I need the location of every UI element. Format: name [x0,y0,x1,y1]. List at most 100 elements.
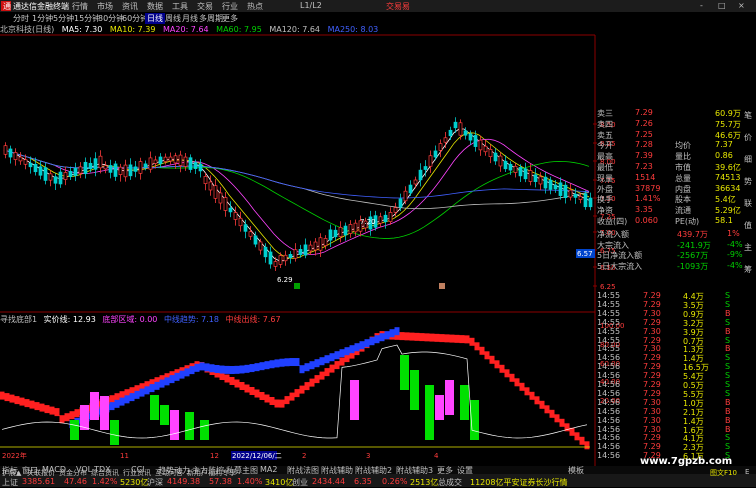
candle-body [518,167,523,177]
tick-price: 7.29 [643,442,661,452]
candle-body [223,197,228,211]
right-tab[interactable]: 势 [744,176,752,187]
trend-block [229,365,235,374]
exit-block [424,333,430,342]
quote-value-2: 74513 [715,172,741,182]
index-label[interactable]: 创业 [292,477,308,488]
candle-body [98,155,103,169]
index-change: 6.35 [354,477,372,486]
candle-body [553,184,558,190]
tick-time: 14:56 [597,371,621,381]
flow-label: 净流入额 [597,230,629,239]
trend-block [389,329,395,338]
trend-block [179,370,185,379]
date-tick-label: 2 [302,452,306,460]
f10-tab[interactable]: 图文F10 [710,468,737,478]
quote-price: 7.26 [635,118,653,128]
index-value: 2434.44 [312,477,346,486]
exit-block [279,399,285,408]
candle-body [263,246,268,258]
trend-block [134,390,140,399]
indicator-name[interactable]: 寻找底部1 [0,315,37,324]
event-marker-1[interactable] [294,283,300,289]
candle-body [343,225,348,236]
trend-block [119,397,125,406]
trend-block [199,362,205,371]
exit-block [454,334,460,343]
tick-time: 14:55 [597,326,621,336]
candle-body [148,157,153,170]
total-turnover-label: 总成交 [438,478,462,487]
tick-side: S [725,353,731,363]
tick-price: 7.29 [643,299,661,309]
right-tab[interactable]: 细 [744,154,752,165]
tick-side: S [725,388,731,398]
candle-body [173,155,178,164]
exit-block [449,334,455,343]
histogram-block [80,405,89,430]
exit-block [324,368,330,377]
candle-body [588,197,593,208]
trend-block [249,364,255,373]
candle-body [158,156,163,164]
trend-block [184,368,190,377]
candle-body [288,254,293,258]
right-tab[interactable]: 笔 [744,110,752,121]
trend-block [374,335,380,344]
candle-body [133,166,138,172]
candle-body [463,130,468,136]
quote-value-2: 5.4亿 [715,195,736,205]
exit-block [74,409,80,418]
trend-block [264,361,270,370]
trend-block [309,361,315,370]
candle-body [228,207,233,213]
right-tab[interactable]: 值 [744,220,752,231]
exit-block [539,400,545,409]
quote-row: 现量 1514 总量 74513 [595,173,756,183]
exit-block [224,374,230,383]
bottom-zone-label: 底部区域: 0.00 [102,315,158,324]
trend-block [214,365,220,374]
trend-block [354,343,360,352]
quote-value-2: 36634 [715,183,741,193]
candle-body [568,189,573,198]
right-tab[interactable]: 联 [744,198,752,209]
exit-block [484,351,490,360]
event-marker-2[interactable] [439,283,445,289]
exit-block [289,392,295,401]
histogram-block [150,395,159,420]
candle-body [168,156,173,162]
tick-side: B [725,308,731,318]
flow-pct: -4% [727,260,743,270]
exit-block [524,387,530,396]
quote-value-2: 39.6亿 [715,163,741,172]
quote-label-2: 均价 [675,141,691,151]
flow-row: 净流入额 439.7万 1% [595,229,756,239]
candle-body [258,241,263,251]
candle-body [208,181,213,191]
trend-block [379,333,385,342]
quote-label: 外盘 [597,184,613,194]
trend-block [114,399,120,408]
trend-block [344,347,350,356]
index-label[interactable]: 沪深 [147,477,163,488]
candle-body [583,193,588,208]
candle-body [498,155,503,167]
index-label[interactable]: 上证 [2,477,18,488]
trend-block [324,355,330,364]
right-tab[interactable]: 筹 [744,264,752,275]
candle-body [333,229,338,238]
exit-block [4,393,10,402]
histogram-block [70,420,79,440]
price-tick-label: 6.25 [600,283,616,291]
right-tab[interactable]: 价 [744,132,752,143]
tick-price: 7.29 [643,335,661,345]
trend-block [224,365,230,374]
bottom-tab[interactable]: MA2 [260,465,277,474]
exit-block [54,408,60,417]
tick-price: 7.29 [643,380,661,389]
trend-block [139,388,145,397]
candle-body [138,161,143,174]
trend-block [304,363,310,372]
right-tab[interactable]: 主 [744,242,752,253]
